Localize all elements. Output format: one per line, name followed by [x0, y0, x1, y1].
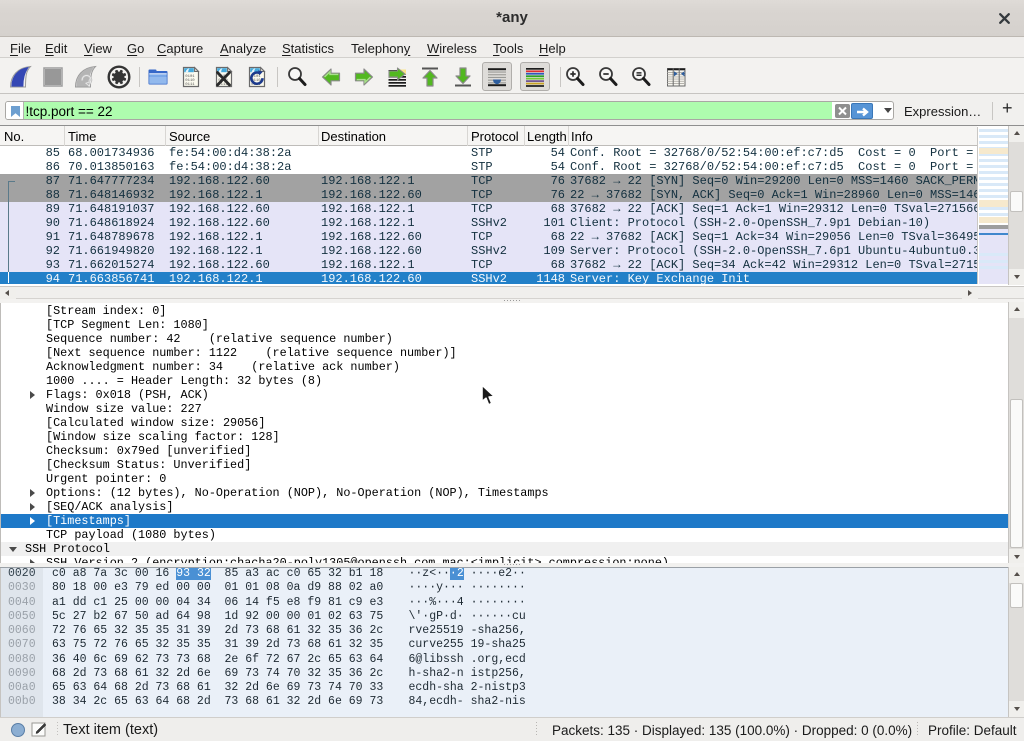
svg-text:0111: 0111	[185, 83, 195, 87]
